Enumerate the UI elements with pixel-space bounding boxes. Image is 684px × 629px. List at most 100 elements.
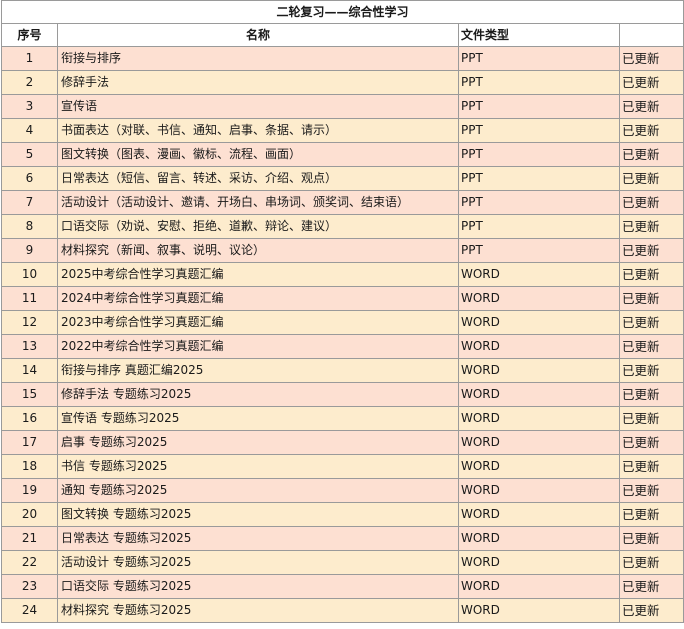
row-name: 通知 专题练习2025	[57, 478, 459, 503]
row-type: WORD	[458, 358, 620, 383]
row-status: 已更新	[618, 70, 684, 95]
table-row[interactable]: 5 图文转换（图表、漫画、徽标、流程、画面） PPT 已更新	[1, 142, 684, 167]
row-name: 修辞手法	[57, 70, 459, 95]
table-row[interactable]: 17 启事 专题练习2025 WORD 已更新	[1, 430, 684, 455]
table-row[interactable]: 22 活动设计 专题练习2025 WORD 已更新	[1, 550, 684, 575]
row-index: 1	[1, 46, 58, 71]
row-type: PPT	[458, 70, 620, 95]
row-type: WORD	[458, 406, 620, 431]
row-index: 11	[1, 286, 58, 311]
row-name: 书信 专题练习2025	[57, 454, 459, 479]
row-status: 已更新	[618, 526, 684, 551]
row-status: 已更新	[618, 358, 684, 383]
table-row[interactable]: 3 宣传语 PPT 已更新	[1, 94, 684, 119]
row-status: 已更新	[618, 214, 684, 239]
row-name: 2025中考综合性学习真题汇编	[57, 262, 459, 287]
row-status: 已更新	[618, 190, 684, 215]
row-index: 10	[1, 262, 58, 287]
table-row[interactable]: 4 书面表达（对联、书信、通知、启事、条据、请示） PPT 已更新	[1, 118, 684, 143]
table-row[interactable]: 2 修辞手法 PPT 已更新	[1, 70, 684, 95]
row-type: WORD	[458, 478, 620, 503]
row-type: PPT	[458, 190, 620, 215]
row-status: 已更新	[618, 166, 684, 191]
row-index: 4	[1, 118, 58, 143]
row-index: 9	[1, 238, 58, 263]
table-row[interactable]: 23 口语交际 专题练习2025 WORD 已更新	[1, 574, 684, 599]
table-row[interactable]: 20 图文转换 专题练习2025 WORD 已更新	[1, 502, 684, 527]
row-status: 已更新	[618, 550, 684, 575]
row-name: 图文转换（图表、漫画、徽标、流程、画面）	[57, 142, 459, 167]
row-type: WORD	[458, 574, 620, 599]
table-row[interactable]: 8 口语交际（劝说、安慰、拒绝、道歉、辩论、建议） PPT 已更新	[1, 214, 684, 239]
table-row[interactable]: 6 日常表达（短信、留言、转述、采访、介绍、观点） PPT 已更新	[1, 166, 684, 191]
row-name: 口语交际（劝说、安慰、拒绝、道歉、辩论、建议）	[57, 214, 459, 239]
table-row[interactable]: 14 衔接与排序 真题汇编2025 WORD 已更新	[1, 358, 684, 383]
header-name: 名称	[57, 23, 459, 47]
header-row: 序号 名称 文件类型	[1, 23, 684, 47]
table-row[interactable]: 18 书信 专题练习2025 WORD 已更新	[1, 454, 684, 479]
table-row[interactable]: 9 材料探究（新闻、叙事、说明、议论） PPT 已更新	[1, 238, 684, 263]
row-status: 已更新	[618, 430, 684, 455]
table-row[interactable]: 15 修辞手法 专题练习2025 WORD 已更新	[1, 382, 684, 407]
row-status: 已更新	[618, 454, 684, 479]
row-index: 21	[1, 526, 58, 551]
row-name: 2023中考综合性学习真题汇编	[57, 310, 459, 335]
row-index: 14	[1, 358, 58, 383]
row-type: PPT	[458, 94, 620, 119]
row-index: 24	[1, 598, 58, 623]
row-index: 23	[1, 574, 58, 599]
row-type: PPT	[458, 238, 620, 263]
row-name: 启事 专题练习2025	[57, 430, 459, 455]
header-index: 序号	[1, 23, 58, 47]
row-type: WORD	[458, 598, 620, 623]
header-type: 文件类型	[458, 23, 620, 47]
row-status: 已更新	[618, 382, 684, 407]
table-row[interactable]: 1 衔接与排序 PPT 已更新	[1, 46, 684, 71]
row-status: 已更新	[618, 94, 684, 119]
row-status: 已更新	[618, 502, 684, 527]
row-type: WORD	[458, 262, 620, 287]
row-index: 13	[1, 334, 58, 359]
row-status: 已更新	[618, 118, 684, 143]
table-row[interactable]: 19 通知 专题练习2025 WORD 已更新	[1, 478, 684, 503]
row-status: 已更新	[618, 46, 684, 71]
row-index: 18	[1, 454, 58, 479]
header-status	[618, 23, 684, 47]
row-name: 材料探究 专题练习2025	[57, 598, 459, 623]
table-row[interactable]: 12 2023中考综合性学习真题汇编 WORD 已更新	[1, 310, 684, 335]
row-name: 活动设计（活动设计、邀请、开场白、串场词、颁奖词、结束语）	[57, 190, 459, 215]
table-row[interactable]: 7 活动设计（活动设计、邀请、开场白、串场词、颁奖词、结束语） PPT 已更新	[1, 190, 684, 215]
spreadsheet: 二轮复习——综合性学习 序号 名称 文件类型 1 衔接与排序 PPT 已更新 2 修辞手法…	[0, 0, 684, 629]
row-index: 19	[1, 478, 58, 503]
row-name: 修辞手法 专题练习2025	[57, 382, 459, 407]
row-type: PPT	[458, 214, 620, 239]
row-name: 日常表达 专题练习2025	[57, 526, 459, 551]
table-row[interactable]: 13 2022中考综合性学习真题汇编 WORD 已更新	[1, 334, 684, 359]
table-row[interactable]: 16 宣传语 专题练习2025 WORD 已更新	[1, 406, 684, 431]
row-name: 书面表达（对联、书信、通知、启事、条据、请示）	[57, 118, 459, 143]
table-row[interactable]: 24 材料探究 专题练习2025 WORD 已更新	[1, 598, 684, 623]
row-status: 已更新	[618, 598, 684, 623]
row-type: WORD	[458, 286, 620, 311]
row-index: 5	[1, 142, 58, 167]
row-type: PPT	[458, 118, 620, 143]
row-type: PPT	[458, 46, 620, 71]
table-row[interactable]: 11 2024中考综合性学习真题汇编 WORD 已更新	[1, 286, 684, 311]
row-name: 宣传语 专题练习2025	[57, 406, 459, 431]
title-row: 二轮复习——综合性学习	[0, 0, 684, 24]
row-index: 3	[1, 94, 58, 119]
table-row[interactable]: 21 日常表达 专题练习2025 WORD 已更新	[1, 526, 684, 551]
row-type: WORD	[458, 382, 620, 407]
table-row[interactable]: 10 2025中考综合性学习真题汇编 WORD 已更新	[1, 262, 684, 287]
row-name: 宣传语	[57, 94, 459, 119]
row-status: 已更新	[618, 262, 684, 287]
row-index: 22	[1, 550, 58, 575]
row-index: 17	[1, 430, 58, 455]
row-index: 12	[1, 310, 58, 335]
row-name: 衔接与排序 真题汇编2025	[57, 358, 459, 383]
row-index: 15	[1, 382, 58, 407]
row-status: 已更新	[618, 406, 684, 431]
row-status: 已更新	[618, 478, 684, 503]
row-status: 已更新	[618, 334, 684, 359]
sheet-title: 二轮复习——综合性学习	[0, 0, 684, 24]
